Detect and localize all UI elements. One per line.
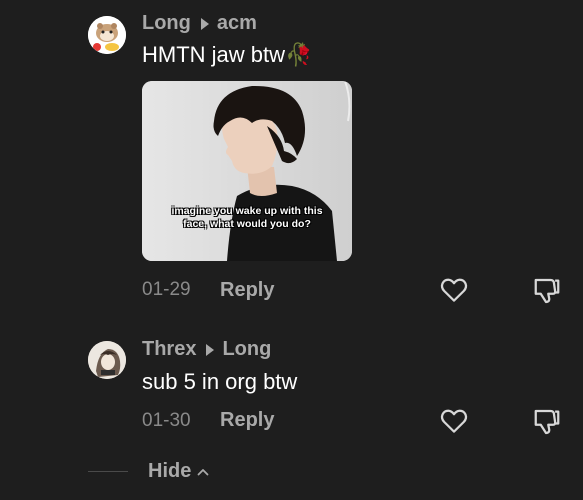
caret-right-icon <box>206 343 215 356</box>
hide-replies-button[interactable]: Hide <box>148 460 191 483</box>
profile-photo-image <box>142 81 352 261</box>
hide-replies-row[interactable]: Hide <box>88 460 209 483</box>
comment-meta: Long acm <box>142 12 257 35</box>
heart-outline-icon <box>440 278 468 302</box>
comment-text: sub 5 in org btw <box>142 369 298 394</box>
like-button[interactable] <box>439 406 469 436</box>
sketch-avatar-icon <box>88 341 126 379</box>
comment-date: 01-29 <box>142 279 191 300</box>
like-button[interactable] <box>439 275 469 305</box>
reply-button[interactable]: Reply <box>220 279 274 302</box>
caret-right-icon <box>200 17 209 30</box>
heart-outline-icon <box>440 409 468 433</box>
chevron-up-icon <box>197 468 209 475</box>
thumbs-down-icon <box>534 278 560 304</box>
reply-to-name[interactable]: Long <box>222 338 271 361</box>
comment-meta: Threx Long <box>142 338 271 361</box>
reply-to-name[interactable]: acm <box>217 12 257 35</box>
author-name[interactable]: Long <box>142 12 191 35</box>
author-name[interactable]: Threx <box>142 338 196 361</box>
avatar-long[interactable] <box>88 16 126 54</box>
dislike-button[interactable] <box>532 406 562 436</box>
comment-text: HMTN jaw btw🥀 <box>142 42 313 67</box>
divider <box>88 471 128 472</box>
avatar-threx[interactable] <box>88 341 126 379</box>
dislike-button[interactable] <box>532 275 562 305</box>
comment-date: 01-30 <box>142 410 191 431</box>
image-caption: imagine you wake up with this face, what… <box>171 205 323 230</box>
thumbs-down-icon <box>534 409 560 435</box>
comment-image[interactable]: imagine you wake up with this face, what… <box>142 81 352 261</box>
hamster-avatar-icon <box>88 16 126 54</box>
reply-button[interactable]: Reply <box>220 409 274 432</box>
